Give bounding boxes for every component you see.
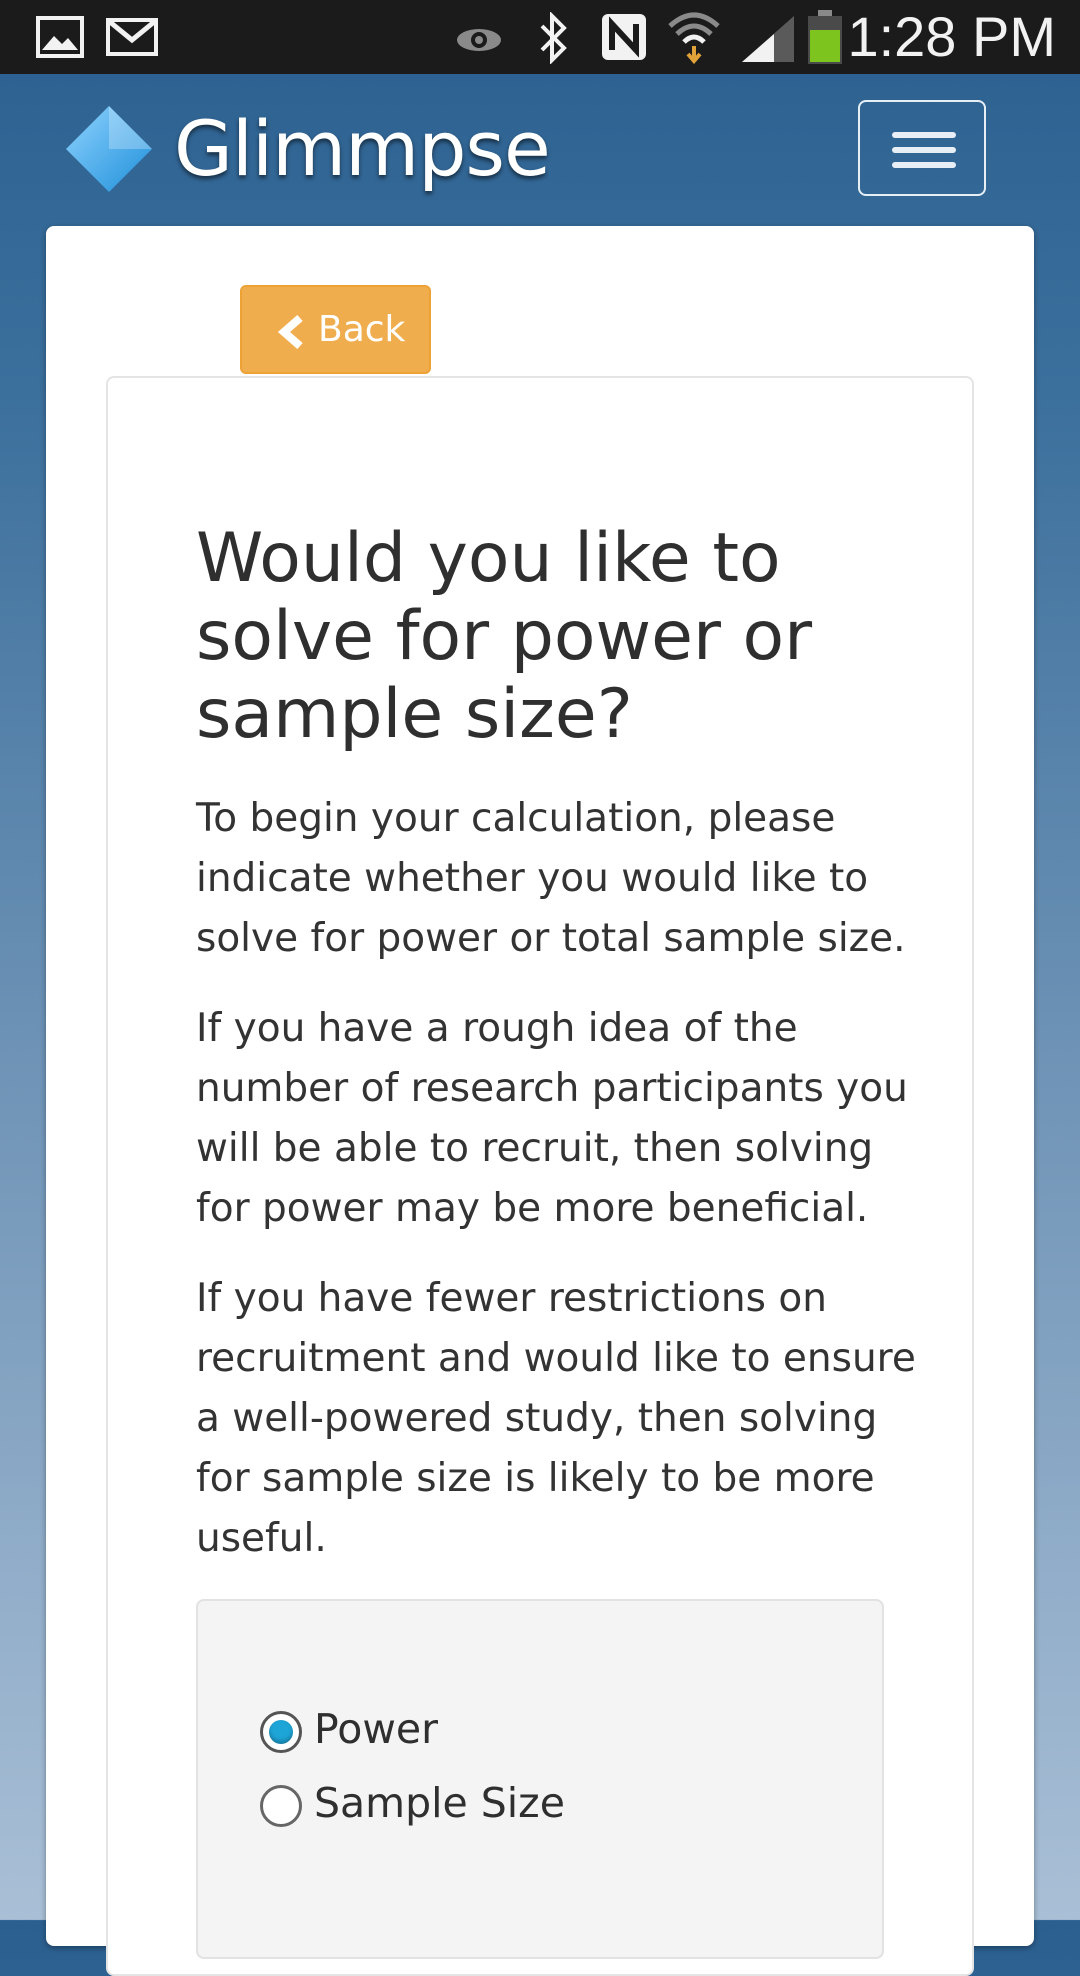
status-bar: 1:28 PM	[0, 0, 1080, 74]
sample-size-option-label[interactable]: Sample Size	[314, 1773, 565, 1833]
intro-paragraph: To begin your calculation, please indica…	[196, 796, 906, 961]
solve-for-options: Power Sample Size	[196, 1599, 884, 1959]
power-radio[interactable]	[260, 1711, 302, 1753]
status-time: 1:28 PM	[847, 5, 1056, 68]
wifi-icon	[668, 12, 720, 64]
power-guidance-paragraph: If you have a rough idea of the number o…	[196, 1006, 908, 1231]
app-header: Glimmpse	[0, 74, 1080, 226]
app-name: Glimmpse	[174, 104, 551, 193]
menu-toggle-button[interactable]	[858, 100, 986, 196]
back-button[interactable]: Back	[240, 285, 431, 374]
signal-icon	[742, 16, 794, 62]
page-title: Would you like to solve for power or sam…	[196, 519, 813, 754]
gallery-icon	[36, 16, 84, 58]
glimmpse-logo-icon	[66, 106, 152, 192]
sample-size-guidance-paragraph: If you have fewer restrictions on recrui…	[196, 1276, 916, 1561]
sample-size-radio[interactable]	[260, 1785, 302, 1827]
question-content: Would you like to solve for power or sam…	[196, 520, 896, 754]
nfc-icon	[602, 14, 646, 60]
gmail-icon	[106, 18, 158, 56]
bluetooth-icon	[540, 12, 567, 64]
power-option-label[interactable]: Power	[314, 1699, 438, 1759]
eye-icon	[457, 29, 501, 51]
chevron-left-icon	[278, 315, 303, 349]
battery-icon	[808, 10, 842, 64]
back-button-label: Back	[318, 309, 406, 350]
